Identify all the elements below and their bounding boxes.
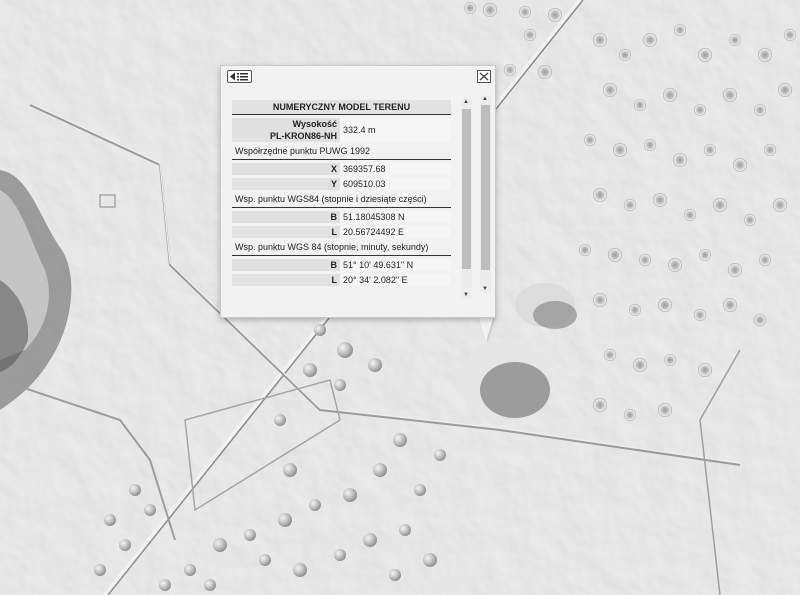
height-label: Wysokość PL-KRON86-NH [232, 118, 340, 142]
height-system-text: PL-KRON86-NH [269, 131, 337, 141]
terrain-info-table: NUMERYCZNY MODEL TERENU Wysokość PL-KRON… [232, 100, 451, 286]
height-value: 332.4 m [340, 118, 451, 142]
b-decimal-value: 51.18045308 N [340, 211, 451, 223]
wgs84-decimal-header: Wsp. punktu WGS84 (stopnie i dziesiąte c… [232, 190, 451, 208]
scroll-down-arrow-icon[interactable]: ▼ [463, 292, 469, 298]
puwg-header: Współrzędne punktu PUWG 1992 [232, 142, 451, 160]
b-dms-value: 51° 10' 49.631" N [340, 259, 451, 271]
wgs84-dms-header: Wsp. punktu WGS 84 (stopnie, minuty, sek… [232, 238, 451, 256]
close-icon[interactable] [477, 70, 491, 83]
popup-pointer [478, 316, 494, 342]
outer-scroll-up-arrow-icon[interactable]: ▲ [482, 96, 488, 102]
list-icon[interactable] [227, 70, 252, 83]
y-label: Y [232, 178, 340, 190]
inner-scrollbar[interactable]: ▲ ▼ [461, 99, 472, 299]
y-value: 609510.03 [340, 178, 451, 190]
x-value: 369357.68 [340, 163, 451, 175]
outer-scrollbar-thumb[interactable] [481, 105, 490, 270]
scroll-up-arrow-icon[interactable]: ▲ [463, 99, 469, 105]
b-dms-label: B [232, 259, 340, 271]
outer-scrollbar[interactable]: ▲ ▼ [480, 96, 491, 293]
l-dms-label: L [232, 274, 340, 286]
x-label: X [232, 163, 340, 175]
outer-scroll-down-arrow-icon[interactable]: ▼ [482, 286, 488, 292]
popup-title: NUMERYCZNY MODEL TERENU [232, 100, 451, 115]
popup-content[interactable]: NUMERYCZNY MODEL TERENU Wysokość PL-KRON… [232, 100, 452, 306]
l-decimal-value: 20.56724492 E [340, 226, 451, 238]
height-label-text: Wysokość [292, 119, 337, 129]
b-label: B [232, 211, 340, 223]
l-label: L [232, 226, 340, 238]
inner-scrollbar-thumb[interactable] [462, 109, 471, 269]
l-dms-value: 20° 34' 2.082" E [340, 274, 451, 286]
terrain-info-popup: NUMERYCZNY MODEL TERENU Wysokość PL-KRON… [220, 65, 496, 318]
